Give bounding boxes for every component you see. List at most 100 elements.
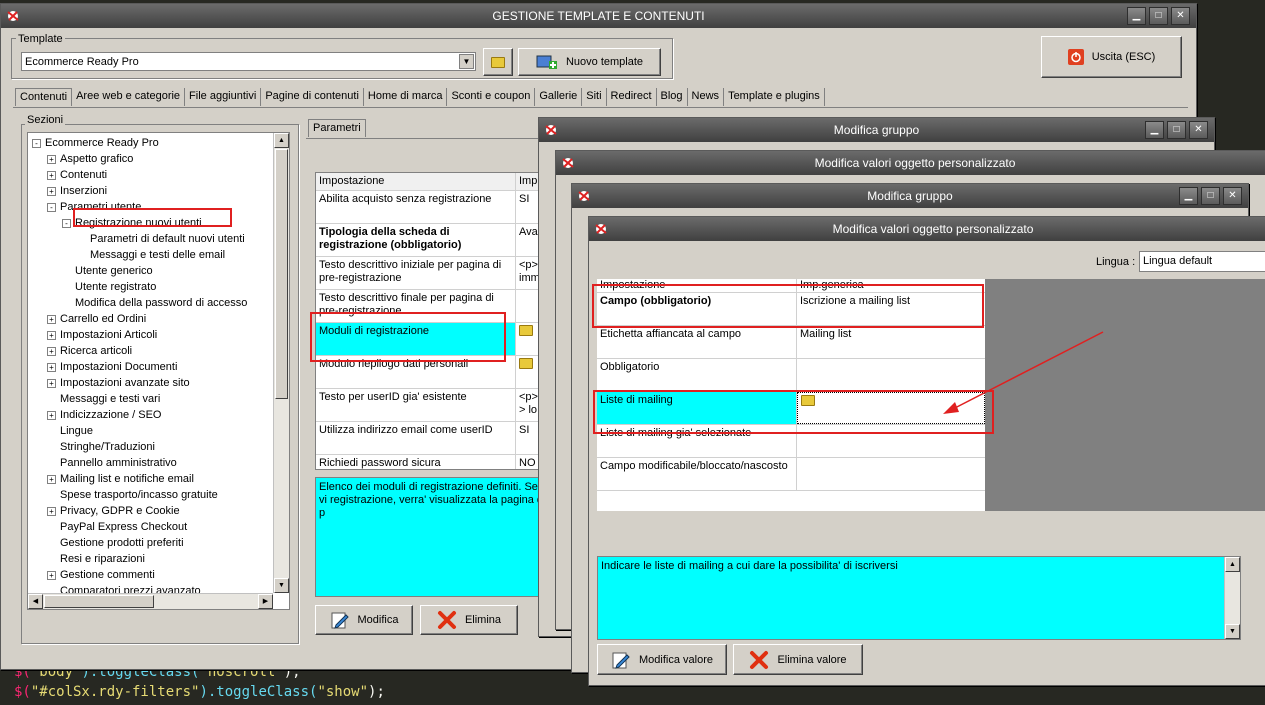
main-titlebar: GESTIONE TEMPLATE E CONTENUTI ▁ □ ✕: [1, 4, 1196, 28]
tab-redirect[interactable]: Redirect: [607, 88, 657, 106]
tree-item-label: Aspetto grafico: [60, 153, 134, 165]
tree-item[interactable]: Utente generico: [75, 263, 153, 279]
tree-item[interactable]: + Mailing list e notifiche email: [47, 471, 194, 487]
delete-button[interactable]: Elimina: [420, 605, 518, 635]
tab-home-di-marca[interactable]: Home di marca: [364, 88, 448, 106]
tab-news[interactable]: News: [688, 88, 725, 106]
tree-item[interactable]: Parametri di default nuovi utenti: [90, 231, 245, 247]
chevron-down-icon[interactable]: ▼: [459, 54, 474, 69]
tree-item[interactable]: + Inserzioni: [47, 183, 107, 199]
code-line-2: $("#colSx.rdy-filters").toggleClass("sho…: [14, 684, 385, 700]
modify-button[interactable]: Modifica: [315, 605, 413, 635]
tab-contenuti[interactable]: Contenuti: [15, 88, 73, 106]
scroll-up-icon[interactable]: ▲: [274, 133, 289, 148]
tab-template-e-plugins[interactable]: Template e plugins: [724, 88, 825, 106]
tree-hscrollbar[interactable]: ◀ ▶: [28, 593, 273, 609]
tree-item[interactable]: PayPal Express Checkout: [60, 519, 187, 535]
tree-item[interactable]: Messaggi e testi vari: [60, 391, 160, 407]
folder-icon[interactable]: [519, 358, 533, 369]
hscroll-thumb[interactable]: [44, 595, 154, 608]
table-row[interactable]: Obbligatorio: [597, 359, 985, 392]
tree-item[interactable]: + Impostazioni Articoli: [47, 327, 157, 343]
tree-vscrollbar[interactable]: ▲ ▼: [273, 133, 289, 593]
tree-item[interactable]: - Ecommerce Ready Pro: [32, 135, 159, 151]
scroll-thumb[interactable]: [275, 149, 288, 399]
exit-button[interactable]: Uscita (ESC): [1041, 36, 1182, 78]
tab-gallerie[interactable]: Gallerie: [535, 88, 583, 106]
tab-parametri[interactable]: Parametri: [308, 119, 366, 137]
table-row[interactable]: Campo modificabile/bloccato/nascosto: [597, 458, 985, 491]
expand-icon[interactable]: +: [47, 410, 56, 420]
maximize-icon[interactable]: □: [1201, 187, 1220, 205]
expand-icon[interactable]: +: [47, 154, 56, 164]
modify-value-button[interactable]: Modifica valore: [597, 644, 727, 675]
tree-item[interactable]: Modifica della password di accesso: [75, 295, 247, 311]
tree-item[interactable]: + Impostazioni Documenti: [47, 359, 177, 375]
tree-item[interactable]: Spese trasporto/incasso gratuite: [60, 487, 218, 503]
tree-item[interactable]: + Carrello ed Ordini: [47, 311, 146, 327]
tree-item-label: Spese trasporto/incasso gratuite: [60, 489, 218, 501]
expand-icon[interactable]: +: [47, 570, 56, 580]
new-template-button[interactable]: Nuovo template: [518, 48, 661, 76]
table-row[interactable]: Testo per userID gia' esistente <p> > lo: [316, 389, 549, 422]
scroll-right-icon[interactable]: ▶: [258, 594, 273, 609]
expand-icon[interactable]: +: [47, 474, 56, 484]
tree-item[interactable]: + Ricerca articoli: [47, 343, 132, 359]
maximize-icon[interactable]: □: [1167, 121, 1186, 139]
tree-item[interactable]: Gestione prodotti preferiti: [60, 535, 184, 551]
tab-siti[interactable]: Siti: [582, 88, 607, 106]
tab-blog[interactable]: Blog: [657, 88, 688, 106]
expand-icon[interactable]: +: [47, 346, 56, 356]
expand-icon[interactable]: +: [47, 506, 56, 516]
tree-item[interactable]: + Impostazioni avanzate sito: [47, 375, 190, 391]
tree-item[interactable]: Pannello amministrativo: [60, 455, 177, 471]
collapse-icon[interactable]: -: [62, 218, 71, 228]
table-row[interactable]: Etichetta affiancata al campo Mailing lis…: [597, 326, 985, 359]
expand-icon[interactable]: +: [47, 330, 56, 340]
table-row[interactable]: Abilita acquisto senza registrazione SI: [316, 191, 549, 224]
expand-icon[interactable]: +: [47, 362, 56, 372]
scroll-left-icon[interactable]: ◀: [28, 594, 43, 609]
expand-icon[interactable]: +: [47, 378, 56, 388]
template-select[interactable]: Ecommerce Ready Pro ▼: [21, 52, 476, 71]
tree-item[interactable]: Lingue: [60, 423, 93, 439]
tree-item[interactable]: + Privacy, GDPR e Cookie: [47, 503, 180, 519]
tree-item[interactable]: Resi e riparazioni: [60, 551, 145, 567]
tab-pagine-di-contenuti[interactable]: Pagine di contenuti: [261, 88, 364, 106]
tab-aree-web-e-categorie[interactable]: Aree web e categorie: [72, 88, 186, 106]
table-row[interactable]: Tipologia della scheda di registrazione …: [316, 224, 549, 257]
minimize-icon[interactable]: ▁: [1179, 187, 1198, 205]
maximize-icon[interactable]: □: [1149, 7, 1168, 25]
tree-item[interactable]: + Indicizzazione / SEO: [47, 407, 162, 423]
delete-value-button[interactable]: Elimina valore: [733, 644, 863, 675]
tab-sconti-e-coupon[interactable]: Sconti e coupon: [447, 88, 536, 106]
collapse-icon[interactable]: -: [47, 202, 56, 212]
scroll-down-icon[interactable]: ▼: [274, 578, 289, 593]
minimize-icon[interactable]: ▁: [1145, 121, 1164, 139]
close-icon[interactable]: ✕: [1189, 121, 1208, 139]
table-row[interactable]: Richiedi password sicura NO (: [316, 455, 549, 469]
scroll-down-icon[interactable]: ▼: [1225, 624, 1240, 639]
tree-item[interactable]: Messaggi e testi delle email: [90, 247, 225, 263]
scroll-up-icon[interactable]: ▲: [1225, 557, 1240, 572]
expand-icon[interactable]: +: [47, 314, 56, 324]
folder-icon[interactable]: [519, 325, 533, 336]
tree-item[interactable]: + Aspetto grafico: [47, 151, 133, 167]
desc-scrollbar[interactable]: ▲ ▼: [1224, 557, 1240, 639]
tree-item[interactable]: Utente registrato: [75, 279, 156, 295]
close-icon[interactable]: ✕: [1223, 187, 1242, 205]
expand-icon[interactable]: +: [47, 186, 56, 196]
tab-file-aggiuntivi[interactable]: File aggiuntivi: [185, 88, 262, 106]
open-folder-button[interactable]: [483, 48, 513, 76]
table-row[interactable]: Utilizza indirizzo email come userID SI: [316, 422, 549, 455]
expand-icon[interactable]: +: [47, 170, 56, 180]
close-icon[interactable]: ✕: [1171, 7, 1190, 25]
tree-item[interactable]: + Gestione commenti: [47, 567, 155, 583]
collapse-icon[interactable]: -: [32, 138, 41, 148]
table-row[interactable]: Testo descrittivo iniziale per pagina di…: [316, 257, 549, 290]
tree-item[interactable]: Stringhe/Traduzioni: [60, 439, 155, 455]
tree-item[interactable]: + Contenuti: [47, 167, 107, 183]
minimize-icon[interactable]: ▁: [1127, 7, 1146, 25]
language-select[interactable]: Lingua default: [1139, 251, 1265, 272]
sections-tree[interactable]: - Ecommerce Ready Pro + Aspetto grafico + Con…: [27, 132, 290, 610]
